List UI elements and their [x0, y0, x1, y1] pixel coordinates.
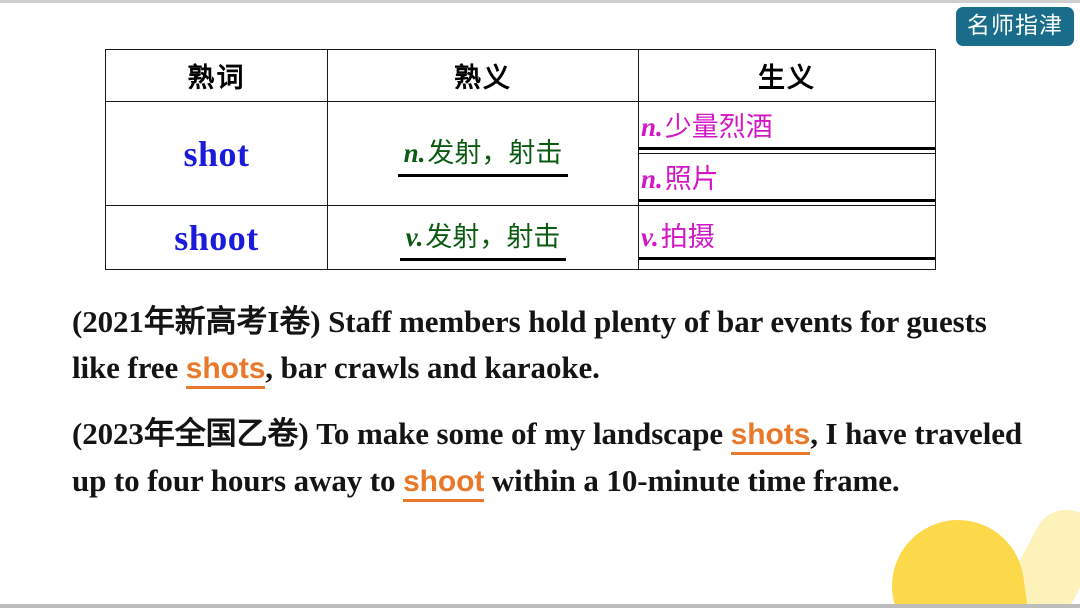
new-meaning-underline: v.拍摄 [639, 215, 935, 260]
exam-source-2: (2023年全国乙卷) [72, 416, 309, 452]
column-header-new-meaning: 生义 [638, 49, 936, 102]
example-sentences: (2021年新高考I卷) Staff members hold plenty o… [72, 299, 1032, 524]
example-sentence-1: (2021年新高考I卷) Staff members hold plenty o… [72, 299, 1032, 391]
meaning-text: 发射，射击 [425, 221, 561, 252]
meaning-text: 拍摄 [660, 222, 715, 252]
known-meaning-underline: v.发射，射击 [399, 215, 567, 261]
part-of-speech: v. [641, 222, 659, 252]
table-header-row: 熟词 熟义 生义 [105, 49, 936, 102]
table-row: shoot v.发射，射击 v.拍摄 [105, 205, 936, 270]
example-sentence-2: (2023年全国乙卷) To make some of my landscape… [72, 411, 1032, 504]
meaning-text: 照片 [664, 164, 719, 194]
column-header-known-meaning: 熟义 [327, 49, 639, 102]
highlight-word-shots-1: shots [185, 351, 265, 389]
column-header-word: 熟词 [105, 49, 328, 102]
part-of-speech: n. [403, 137, 426, 168]
section-badge: 名师指津 [956, 7, 1074, 46]
cell-known-meaning-shot: n.发射，射击 [327, 101, 639, 206]
sentence-part-2c: within a 10-minute time frame. [484, 462, 900, 498]
table-row: shot n.发射，射击 n.少量烈酒 [105, 101, 936, 206]
cell-known-meaning-shoot: v.发射，射击 [327, 205, 639, 270]
highlight-word-shoot: shoot [403, 464, 484, 502]
new-meaning-underline: n.照片 [639, 157, 935, 202]
cell-new-meaning-shot-2: n.照片 [638, 153, 936, 206]
meaning-text: 发射，射击 [427, 137, 563, 168]
cell-new-meaning-shot-1: n.少量烈酒 [638, 101, 936, 154]
sentence-part-2a: To make some of my landscape [308, 416, 731, 452]
meaning-text: 少量烈酒 [664, 112, 773, 142]
exam-source-1: (2021年新高考I卷) [72, 304, 321, 339]
decorative-blob-bright-icon [883, 511, 1033, 604]
sentence-part-1b: , bar crawls and karaoke. [265, 349, 600, 385]
highlight-word-shots-2: shots [730, 418, 810, 456]
cell-word-shot: shot [105, 101, 328, 206]
part-of-speech: n. [641, 164, 663, 194]
known-meaning-underline: n.发射，射击 [397, 131, 569, 177]
section-badge-label: 名师指津 [967, 12, 1063, 38]
cell-word-shoot: shoot [105, 205, 328, 270]
new-meaning-underline: n.少量烈酒 [639, 105, 935, 150]
part-of-speech: n. [641, 112, 663, 142]
cell-new-meaning-shoot-1: v.拍摄 [638, 205, 936, 270]
vocabulary-table: 熟词 熟义 生义 shot n.发射，射击 n.少量烈酒 n.照片 shoot … [105, 49, 936, 270]
part-of-speech: v. [405, 221, 424, 252]
slide-canvas: 名师指津 熟词 熟义 生义 shot n.发射，射击 n.少量烈酒 n.照片 s… [0, 0, 1080, 608]
